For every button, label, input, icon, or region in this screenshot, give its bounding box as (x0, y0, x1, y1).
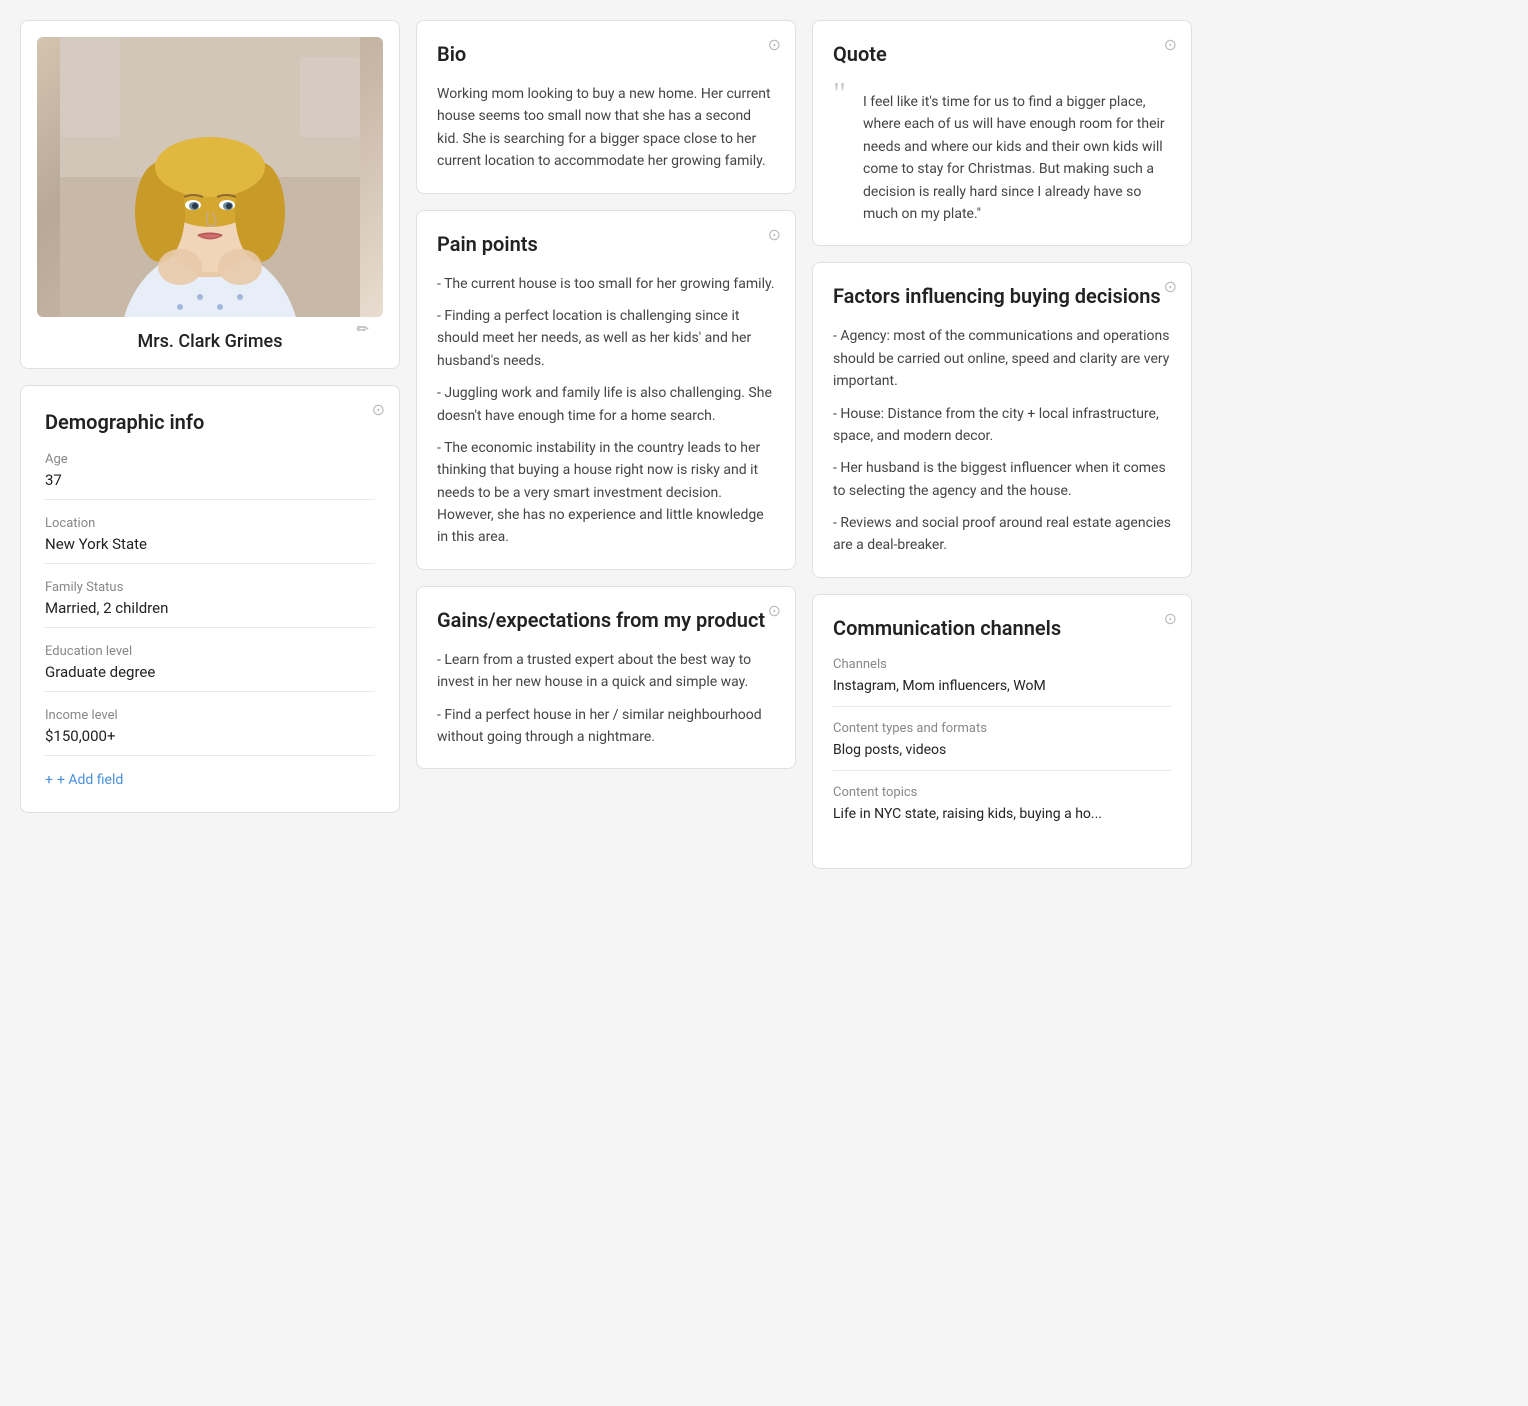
channel-value-0: Instagram, Mom influencers, WoM (833, 678, 1171, 707)
pin-icon-comm[interactable]: ⊙ (1164, 609, 1177, 628)
gains-title: Gains/expectations from my product (437, 607, 775, 633)
demo-field-family: Family Status Married, 2 children (45, 580, 375, 628)
pin-icon-bio[interactable]: ⊙ (768, 35, 781, 54)
left-column: Mrs. Clark Grimes ✏ ⊙ Demographic info A… (20, 20, 400, 869)
pain-points-title: Pain points (437, 231, 775, 257)
communication-card: ⊙ Communication channels Channels Instag… (812, 594, 1192, 869)
pain-item-1: - Finding a perfect location is challeng… (437, 305, 775, 372)
pain-points-body: - The current house is too small for her… (437, 273, 775, 549)
demo-value-age: 37 (45, 471, 375, 500)
pin-icon-gains[interactable]: ⊙ (768, 601, 781, 620)
pain-item-0: - The current house is too small for her… (437, 273, 775, 295)
factors-item-0: - Agency: most of the communications and… (833, 325, 1171, 392)
factors-card: ⊙ Factors influencing buying decisions -… (812, 262, 1192, 578)
demo-label-location: Location (45, 516, 375, 531)
add-field-button[interactable]: + + Add field (45, 772, 375, 788)
quote-card: ⊙ Quote " I feel like it's time for us t… (812, 20, 1192, 246)
factors-item-1: - House: Distance from the city + local … (833, 403, 1171, 448)
pain-item-3: - The economic instability in the countr… (437, 437, 775, 549)
demo-field-location: Location New York State (45, 516, 375, 564)
pin-icon-quote[interactable]: ⊙ (1164, 35, 1177, 54)
communication-title: Communication channels (833, 615, 1171, 641)
channel-section-1: Content types and formats Blog posts, vi… (833, 721, 1171, 771)
demo-value-education: Graduate degree (45, 663, 375, 692)
channel-label-2: Content topics (833, 785, 1171, 800)
bio-text: Working mom looking to buy a new home. H… (437, 83, 775, 173)
bio-title: Bio (437, 41, 775, 67)
factors-item-2: - Her husband is the biggest influencer … (833, 457, 1171, 502)
edit-icon[interactable]: ✏ (356, 320, 369, 338)
pain-item-2: - Juggling work and family life is also … (437, 382, 775, 427)
pin-icon-demo[interactable]: ⊙ (372, 400, 385, 419)
demo-value-family: Married, 2 children (45, 599, 375, 628)
plus-icon: + (45, 772, 53, 788)
channel-section-2: Content topics Life in NYC state, raisin… (833, 785, 1171, 834)
factors-title: Factors influencing buying decisions (833, 283, 1171, 309)
gains-item-1: - Find a perfect house in her / similar … (437, 704, 775, 749)
pain-points-card: ⊙ Pain points - The current house is too… (416, 210, 796, 570)
demo-value-income: $150,000+ (45, 727, 375, 756)
profile-image-svg (37, 37, 383, 317)
channel-section-0: Channels Instagram, Mom influencers, WoM (833, 657, 1171, 707)
demo-field-education: Education level Graduate degree (45, 644, 375, 692)
demographics-card: ⊙ Demographic info Age 37 Location New Y… (20, 385, 400, 813)
quote-container: " I feel like it's time for us to find a… (833, 83, 1171, 225)
demo-field-age: Age 37 (45, 452, 375, 500)
middle-column: ⊙ Bio Working mom looking to buy a new h… (416, 20, 796, 869)
profile-card: Mrs. Clark Grimes ✏ (20, 20, 400, 369)
bio-card: ⊙ Bio Working mom looking to buy a new h… (416, 20, 796, 194)
factors-body: - Agency: most of the communications and… (833, 325, 1171, 557)
profile-photo (37, 37, 383, 317)
right-column: ⊙ Quote " I feel like it's time for us t… (812, 20, 1192, 869)
demo-label-education: Education level (45, 644, 375, 659)
gains-body: - Learn from a trusted expert about the … (437, 649, 775, 749)
demo-label-age: Age (45, 452, 375, 467)
factors-item-3: - Reviews and social proof around real e… (833, 512, 1171, 557)
gains-item-0: - Learn from a trusted expert about the … (437, 649, 775, 694)
pin-icon-pain[interactable]: ⊙ (768, 225, 781, 244)
quote-title: Quote (833, 41, 1171, 67)
demo-title: Demographic info (45, 410, 375, 434)
add-field-label: + Add field (57, 772, 123, 788)
quote-mark-icon: " (833, 77, 846, 109)
demo-field-income: Income level $150,000+ (45, 708, 375, 756)
channel-value-1: Blog posts, videos (833, 742, 1171, 771)
profile-name: Mrs. Clark Grimes (37, 331, 383, 352)
channel-value-2: Life in NYC state, raising kids, buying … (833, 806, 1171, 834)
demo-label-income: Income level (45, 708, 375, 723)
pin-icon-factors[interactable]: ⊙ (1164, 277, 1177, 296)
channel-label-1: Content types and formats (833, 721, 1171, 736)
gains-card: ⊙ Gains/expectations from my product - L… (416, 586, 796, 770)
demo-label-family: Family Status (45, 580, 375, 595)
quote-text: I feel like it's time for us to find a b… (863, 83, 1171, 225)
channel-label-0: Channels (833, 657, 1171, 672)
demo-value-location: New York State (45, 535, 375, 564)
